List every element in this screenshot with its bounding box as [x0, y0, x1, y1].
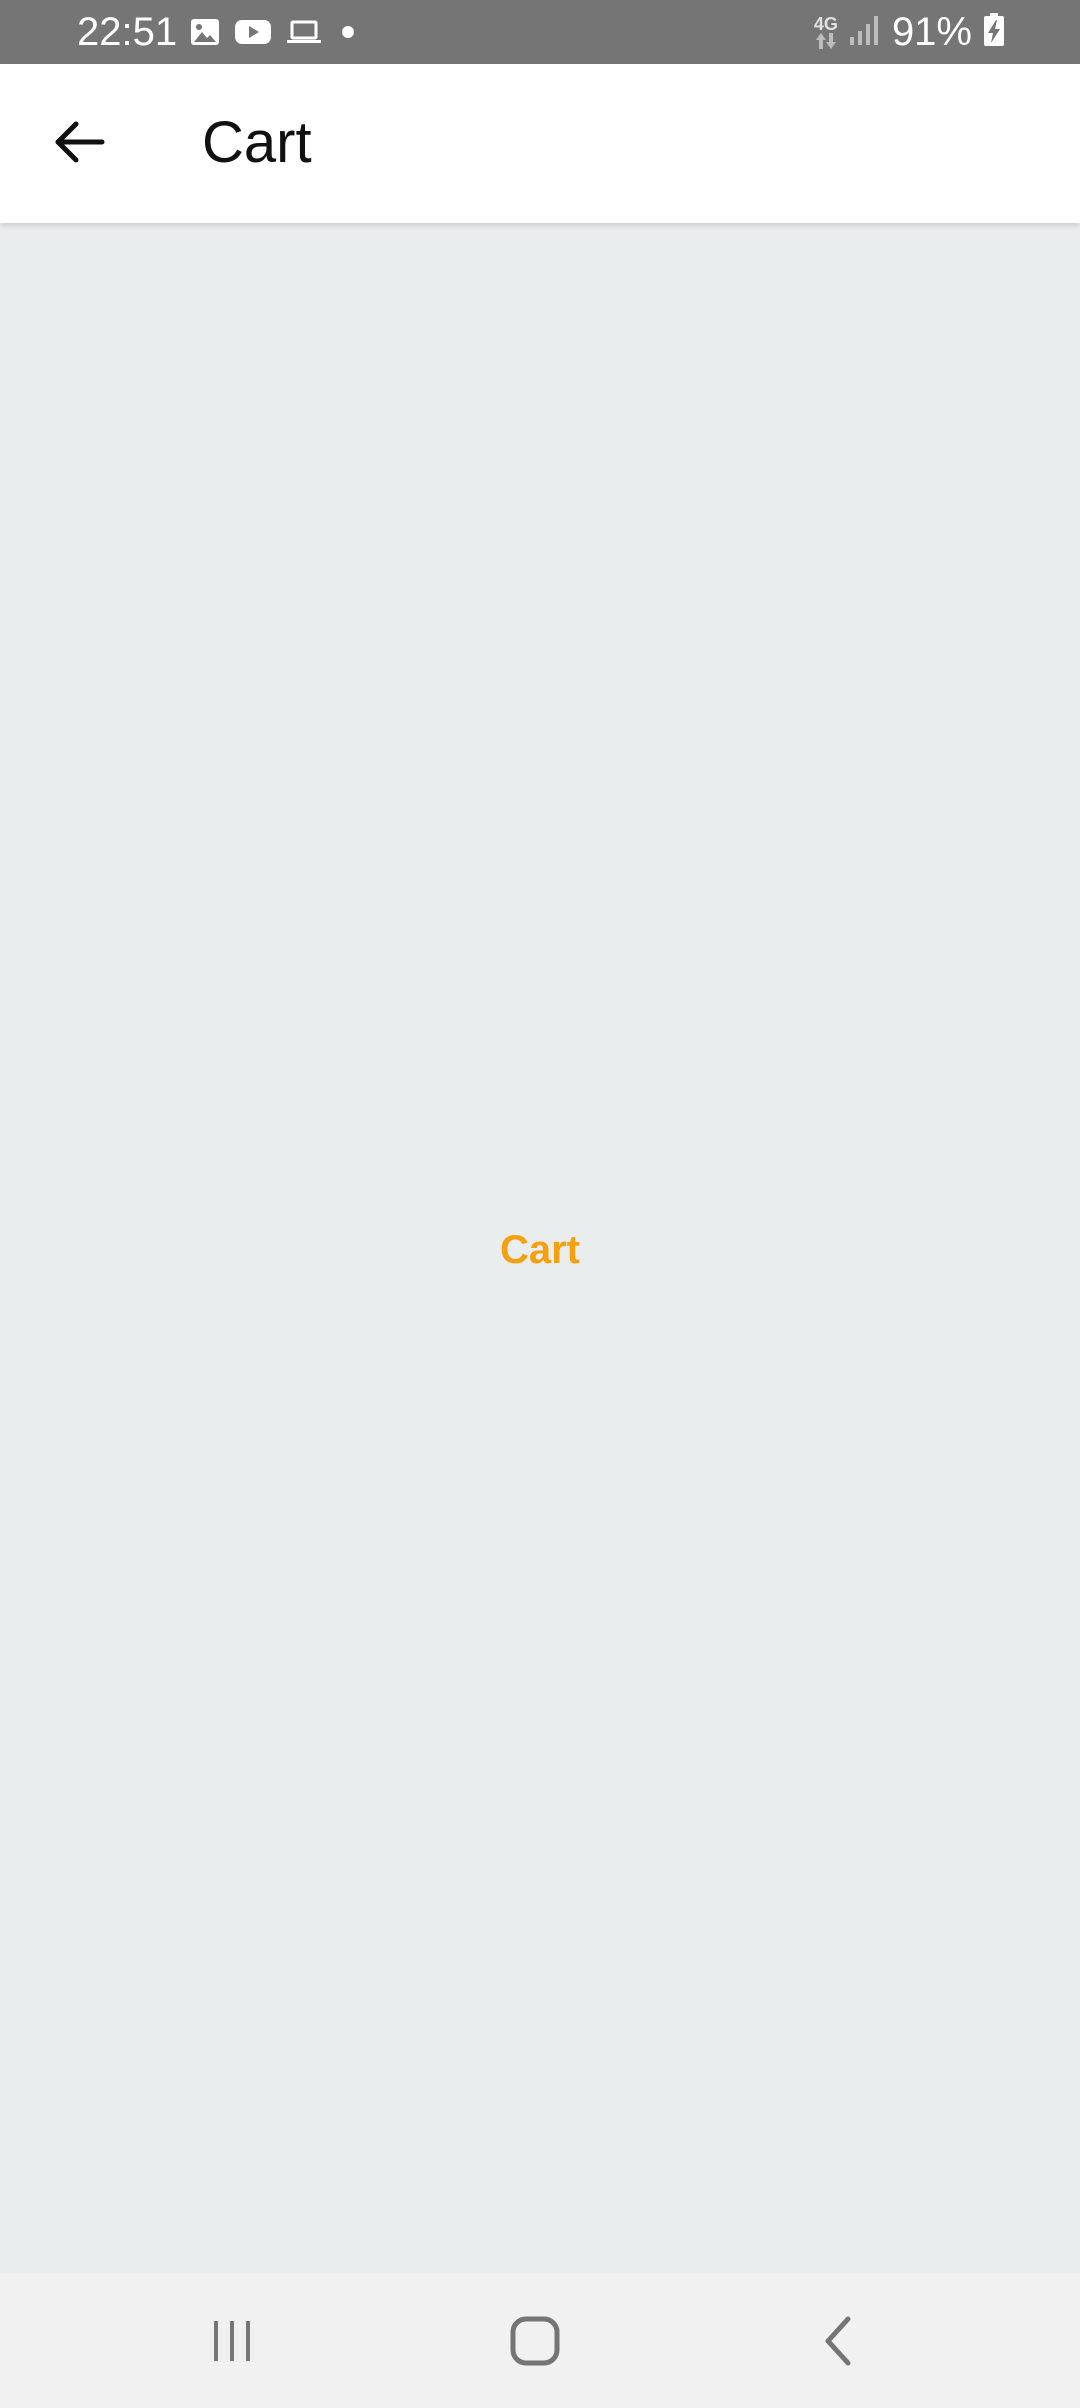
cart-label: Cart: [499, 1228, 581, 1272]
image-icon: [190, 16, 220, 48]
home-icon: [509, 2315, 561, 2372]
network-indicator: 4G: [814, 15, 838, 49]
status-time: 22:51: [77, 10, 178, 54]
back-icon: [818, 2315, 858, 2372]
signal-icon: [848, 13, 882, 52]
page-title: Cart: [202, 110, 312, 175]
data-arrows-icon: [815, 33, 836, 49]
status-bar: 22:51 4G 91%: [0, 0, 1080, 64]
back-button[interactable]: [40, 104, 120, 184]
home-button[interactable]: [495, 2303, 575, 2383]
network-label: 4G: [813, 14, 838, 34]
notification-icons: [190, 16, 360, 48]
arrow-left-icon: [54, 120, 106, 169]
cart-content: Cart: [0, 223, 1080, 2273]
nav-back-button[interactable]: [798, 2303, 878, 2383]
status-right: 4G 91%: [814, 8, 1006, 56]
battery-percent: 91%: [891, 10, 972, 54]
system-nav-bar: [0, 2273, 1080, 2408]
recent-apps-icon: [210, 2319, 254, 2368]
dot-icon: [336, 16, 360, 48]
app-bar: Cart: [0, 64, 1080, 223]
battery-charging-icon: [982, 12, 1006, 53]
recent-apps-button[interactable]: [192, 2303, 272, 2383]
laptop-icon: [286, 16, 322, 48]
youtube-icon: [234, 16, 272, 48]
